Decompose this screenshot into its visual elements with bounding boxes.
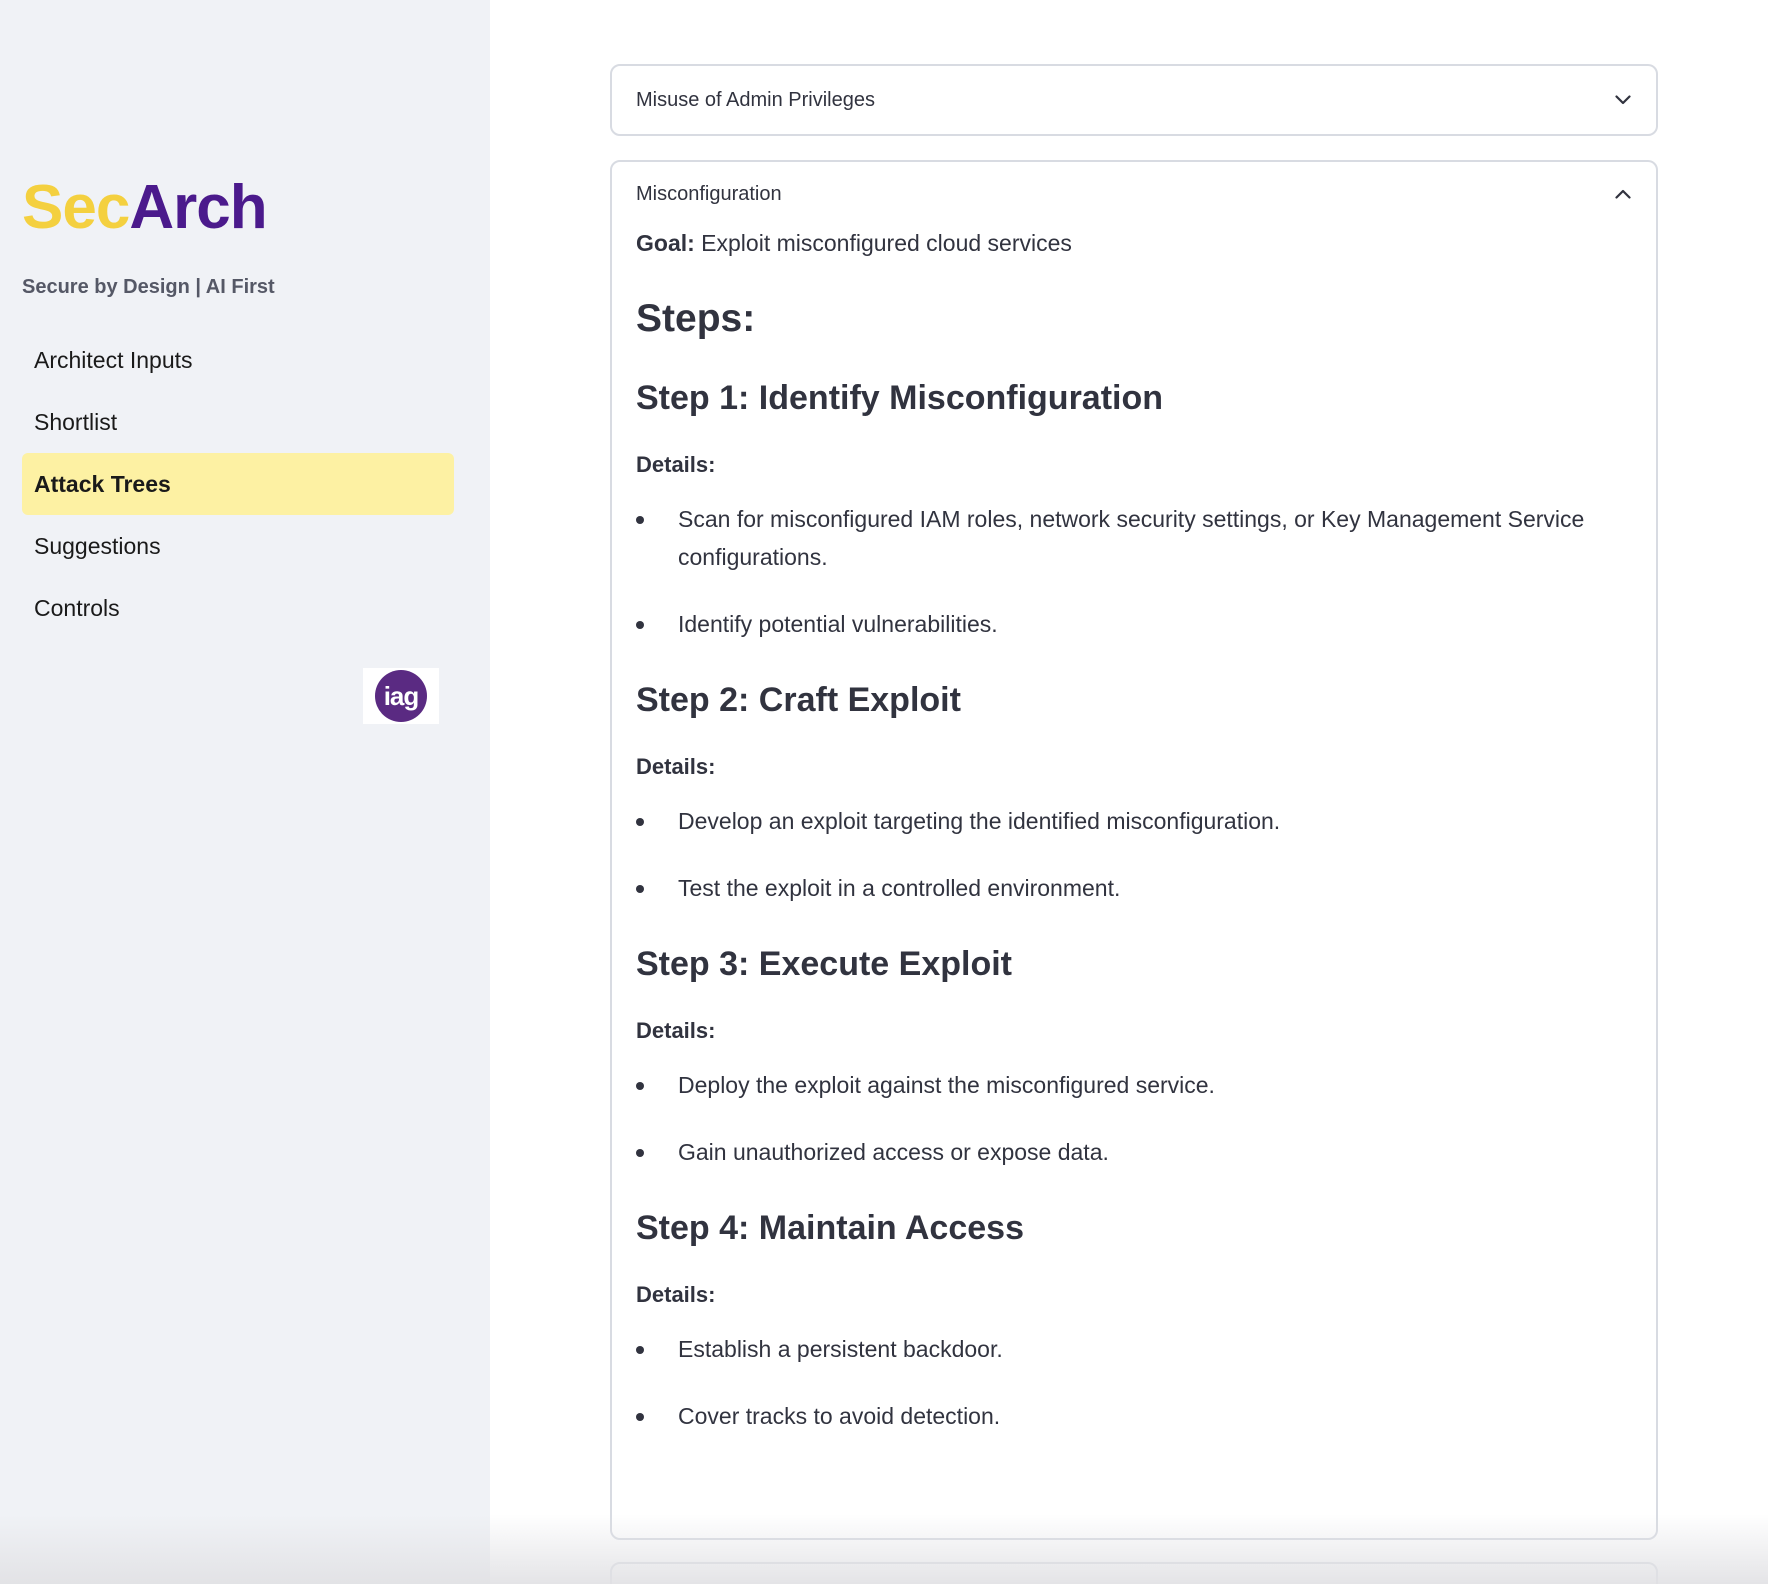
step-details-list: Deploy the exploit against the misconfig… (636, 1066, 1632, 1171)
list-item: Scan for misconfigured IAM roles, networ… (636, 500, 1632, 576)
chevron-up-icon (1614, 185, 1632, 203)
app-logo: SecArch (22, 172, 268, 244)
partner-logo-container: iag (363, 668, 439, 724)
step-heading: Step 2: Craft Exploit (636, 681, 961, 719)
sidebar-item-suggestions[interactable]: Suggestions (22, 515, 454, 577)
details-label: Details: (636, 1282, 716, 1307)
step-details-list: Scan for misconfigured IAM roles, networ… (636, 500, 1632, 643)
logo-sec: Sec (22, 173, 130, 242)
sidebar-item-architect-inputs[interactable]: Architect Inputs (22, 329, 454, 391)
step-details-list: Develop an exploit targeting the identif… (636, 802, 1632, 907)
sidebar-item-attack-trees[interactable]: Attack Trees (22, 453, 454, 515)
expander-title: Misconfiguration (636, 182, 782, 205)
list-item: Deploy the exploit against the misconfig… (636, 1066, 1632, 1104)
sidebar-item-shortlist[interactable]: Shortlist (22, 391, 454, 453)
goal-label: Goal: (636, 230, 695, 256)
expander-misconfiguration: Misconfiguration Goal: Exploit misconfig… (610, 160, 1658, 1540)
details-label: Details: (636, 754, 716, 779)
expander-misuse-of-admin-privileges: Misuse of Admin Privileges (610, 64, 1658, 136)
details-label: Details: (636, 452, 716, 477)
chevron-down-icon (1614, 91, 1632, 109)
goal: Goal: Exploit misconfigured cloud servic… (636, 230, 1632, 257)
sidebar-item-controls[interactable]: Controls (22, 577, 454, 639)
app: SecArch Secure by Design | AI First Arch… (0, 0, 1768, 1584)
expander-header[interactable]: Misconfiguration (612, 162, 1656, 226)
step-heading: Step 4: Maintain Access (636, 1209, 1024, 1247)
expander-title: Misuse of Admin Privileges (636, 88, 875, 111)
step-heading: Step 3: Execute Exploit (636, 945, 1012, 983)
list-item: Develop an exploit targeting the identif… (636, 802, 1632, 840)
iag-logo: iag (375, 670, 427, 722)
sidebar-nav: Architect Inputs Shortlist Attack Trees … (22, 329, 454, 639)
expander-next-partial[interactable] (610, 1562, 1658, 1584)
list-item: Identify potential vulnerabilities. (636, 605, 1632, 643)
logo-arch: Arch (129, 173, 267, 242)
details-label: Details: (636, 1018, 716, 1043)
goal-text: Exploit misconfigured cloud services (701, 230, 1072, 256)
step-heading: Step 1: Identify Misconfiguration (636, 379, 1164, 417)
steps-heading: Steps: (636, 297, 756, 340)
expander-header[interactable]: Misuse of Admin Privileges (612, 66, 1656, 134)
step-details-list: Establish a persistent backdoor. Cover t… (636, 1330, 1632, 1435)
list-item: Cover tracks to avoid detection. (636, 1397, 1632, 1435)
list-item: Test the exploit in a controlled environ… (636, 869, 1632, 907)
list-item: Establish a persistent backdoor. (636, 1330, 1632, 1368)
main-content: Misuse of Admin Privileges Misconfigurat… (490, 0, 1768, 1584)
sidebar: SecArch Secure by Design | AI First Arch… (0, 0, 490, 1584)
list-item: Gain unauthorized access or expose data. (636, 1133, 1632, 1171)
expander-body: Goal: Exploit misconfigured cloud servic… (612, 230, 1656, 1435)
tagline: Secure by Design | AI First (22, 276, 275, 298)
